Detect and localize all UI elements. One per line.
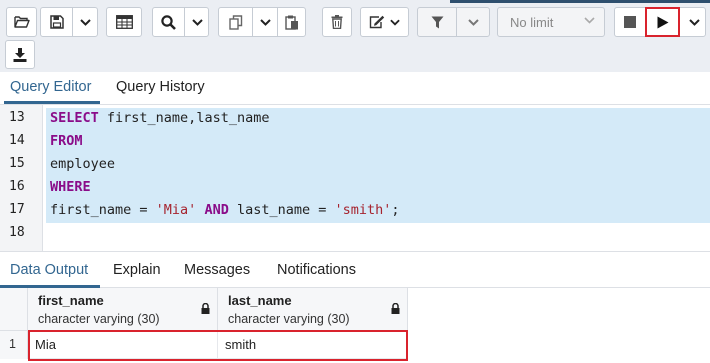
grid-corner [0,288,28,331]
delete-icon [331,15,343,29]
code-text[interactable] [46,223,710,246]
sql-text: last_name = [228,202,335,218]
row-limit-value: No limit [510,14,554,30]
find-options-dropdown[interactable] [185,8,209,36]
code-line: 17 first_name = 'Mia' AND last_name = 'sm… [0,200,710,223]
column-type: character varying (30) [38,312,160,326]
code-line: 18 [0,223,710,246]
query-tabs: Query Editor Query History [0,72,710,105]
save-icon [49,15,64,29]
sql-keyword: AND [204,202,229,218]
chevron-down-icon [191,18,203,26]
table-icon [115,15,133,29]
sql-text: first_name,last_name [98,110,270,126]
code-text[interactable]: first_name = 'Mia' AND last_name = 'smit… [46,200,710,223]
download-button[interactable] [5,40,35,69]
toolbar-accent-line [450,0,710,3]
line-number: 17 [9,202,25,217]
toolbar: No limit [0,0,710,72]
search-icon [161,14,176,30]
output-tabs: Data Output Explain Messages Notificatio… [0,251,710,288]
chevron-down-icon [688,18,700,26]
row-number[interactable]: 1 [0,331,28,359]
chevron-down-icon [390,19,400,26]
active-tab-indicator [4,101,100,104]
column-name: last_name [228,293,292,308]
copy-icon [228,14,242,30]
result-row-highlight [28,330,408,361]
chevron-down-icon [468,18,479,26]
delete-button[interactable] [322,7,352,37]
tab-data-output[interactable]: Data Output [10,262,88,278]
code-text[interactable]: employee [46,154,710,177]
play-icon [657,16,668,28]
execute-options-dropdown[interactable] [682,8,706,36]
chevron-down-icon [80,18,91,26]
copy-button[interactable] [219,8,252,36]
filter-button-group [417,7,490,37]
sql-keyword: WHERE [50,179,91,195]
filter-icon [431,16,443,28]
lock-icon [391,303,400,314]
copy-options-dropdown[interactable] [253,8,277,36]
chevron-down-icon [584,17,595,24]
sql-text: ; [391,202,400,218]
edit-button[interactable] [360,7,409,37]
code-text[interactable]: SELECT first_name,last_name [46,108,710,131]
line-number: 16 [9,179,25,194]
save-button[interactable] [41,8,72,36]
sql-string: 'smith' [334,202,392,218]
tab-query-history[interactable]: Query History [116,79,205,95]
download-icon [13,47,27,62]
filter-button[interactable] [418,8,456,36]
filter-options-dropdown[interactable] [457,8,490,36]
tab-query-editor[interactable]: Query Editor [10,79,91,95]
save-button-group [40,7,98,37]
code-text[interactable]: WHERE [46,177,710,200]
stop-icon [624,16,636,28]
sql-text: employee [50,156,116,172]
column-header-first-name[interactable]: first_name character varying (30) [28,288,218,331]
code-line: 15 employee [0,154,710,177]
row-limit-select[interactable]: No limit [497,7,605,37]
tab-notifications[interactable]: Notifications [277,262,356,278]
open-file-button[interactable] [6,7,37,37]
save-options-dropdown[interactable] [73,8,98,36]
code-text[interactable]: FROM [46,131,710,154]
code-line: 16 WHERE [0,177,710,200]
tab-messages[interactable]: Messages [184,262,250,278]
sql-string: 'Mia' [155,202,197,218]
execute-button[interactable] [645,7,680,37]
open-file-icon [13,16,30,28]
line-number: 13 [9,110,25,125]
paste-icon [285,15,298,30]
column-header-last-name[interactable]: last_name character varying (30) [218,288,408,331]
line-number: 15 [9,156,25,171]
sql-editor[interactable]: 13 SELECT first_name,last_name 14 FROM 15 emp… [0,105,710,251]
find-button-group [152,7,209,37]
line-number: 18 [9,225,25,240]
sql-keyword: FROM [50,133,83,149]
edit-icon [369,15,385,29]
code-line: 14 FROM [0,131,710,154]
sql-keyword: SELECT [50,110,99,126]
chevron-down-icon [259,18,271,26]
tab-explain[interactable]: Explain [113,262,161,278]
line-number: 14 [9,133,25,148]
view-data-button[interactable] [106,7,142,37]
find-button[interactable] [153,8,184,36]
paste-button[interactable] [278,8,306,36]
lock-icon [201,303,210,314]
sql-text: first_name = [50,202,156,218]
clipboard-button-group [218,7,306,37]
column-name: first_name [38,293,104,308]
stop-button[interactable] [615,8,645,36]
code-line: 13 SELECT first_name,last_name [0,108,710,131]
column-type: character varying (30) [228,312,350,326]
